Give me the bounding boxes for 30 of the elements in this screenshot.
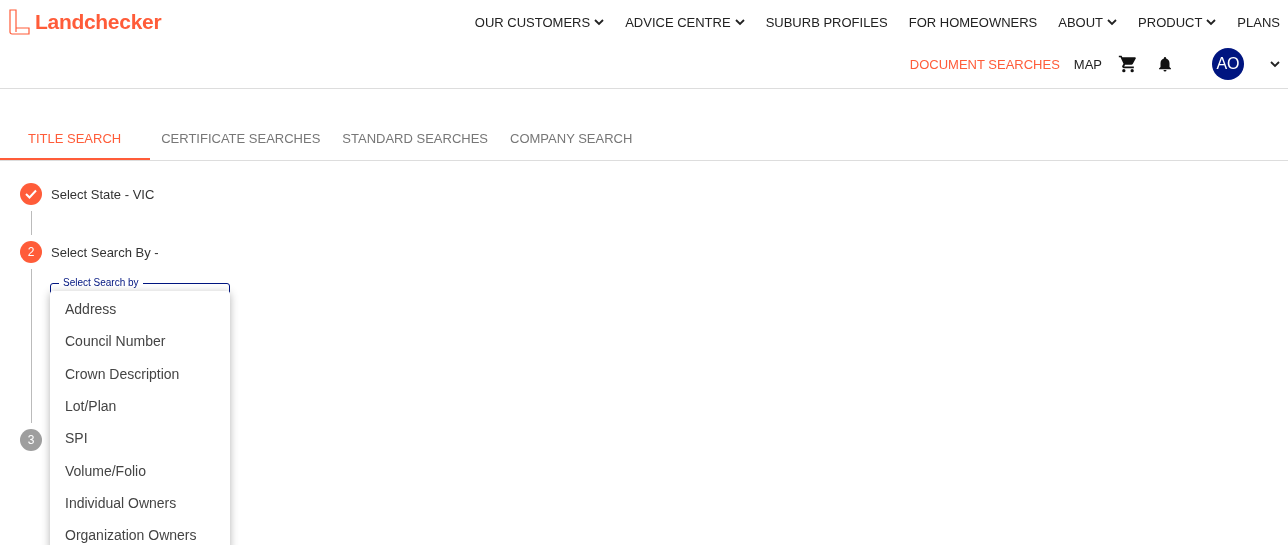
step-number: 2	[20, 241, 42, 263]
menu-item[interactable]: Organization Owners	[50, 519, 230, 545]
step-label: Select Search By -	[51, 244, 159, 260]
menu-item[interactable]: Crown Description	[50, 357, 230, 390]
tab[interactable]: COMPANY SEARCH	[499, 118, 644, 160]
avatar[interactable]: AO	[1212, 48, 1244, 80]
check-icon	[20, 183, 42, 205]
menu-item[interactable]: Volume/Folio	[50, 454, 230, 487]
nav-link[interactable]: MAP	[1073, 56, 1102, 72]
menu-item[interactable]: Council Number	[50, 325, 230, 358]
nav-link[interactable]: ABOUT	[1058, 14, 1118, 30]
tab[interactable]: STANDARD SEARCHES	[331, 118, 500, 160]
cart-icon[interactable]	[1118, 54, 1138, 74]
logo-icon	[9, 9, 31, 35]
field-label: Select Search by	[59, 277, 143, 288]
nav-link[interactable]: PLANS	[1237, 14, 1280, 30]
tab[interactable]: CERTIFICATE SEARCHES	[150, 118, 332, 160]
nav-link[interactable]: OUR CUSTOMERS	[474, 14, 605, 30]
menu-item[interactable]: Individual Owners	[50, 486, 230, 520]
step-label: Select State - VIC	[51, 186, 155, 202]
step-number: 3	[20, 429, 42, 451]
menu-item[interactable]: Address	[50, 293, 230, 326]
menu-item[interactable]: SPI	[50, 422, 230, 455]
chevron-down-icon[interactable]	[1270, 60, 1280, 68]
nav-link[interactable]: ADVICE CENTRE	[625, 14, 745, 30]
menu-item[interactable]: Lot/Plan	[50, 389, 230, 423]
nav-link[interactable]: PRODUCT	[1138, 14, 1217, 30]
nav-link[interactable]: FOR HOMEOWNERS	[908, 14, 1038, 30]
nav-link[interactable]: SUBURB PROFILES	[765, 14, 888, 30]
bell-icon[interactable]	[1156, 54, 1174, 74]
